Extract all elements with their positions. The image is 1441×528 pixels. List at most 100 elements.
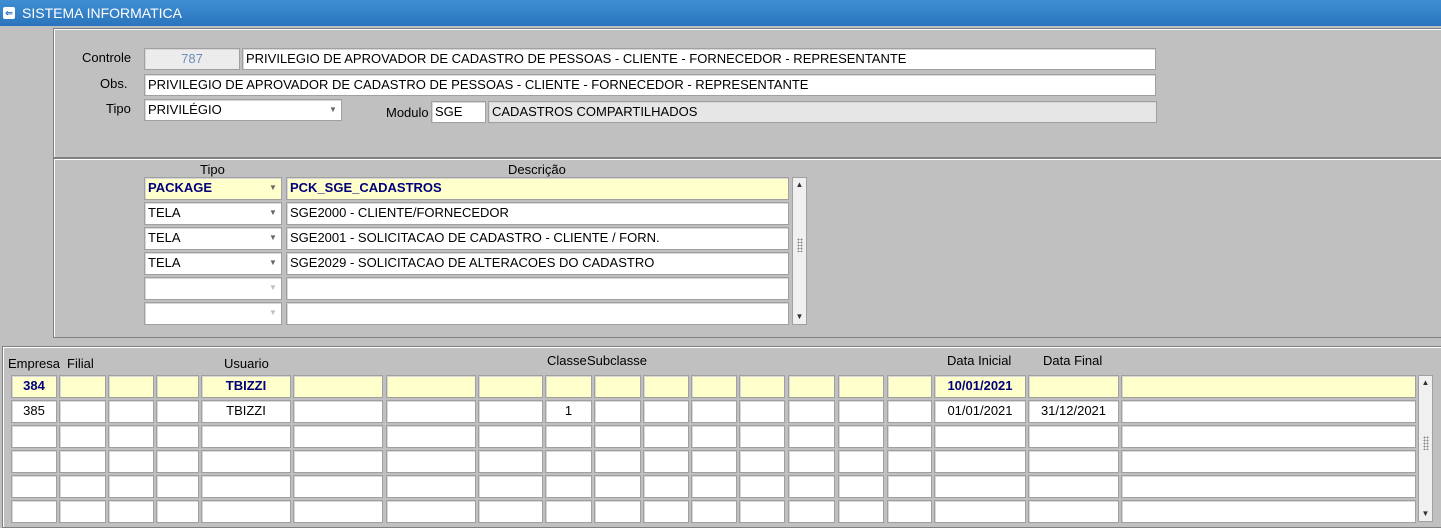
scroll-up-icon[interactable]: ▲ — [793, 178, 806, 192]
empresa-cell[interactable]: 384 — [11, 375, 57, 398]
grid-cell[interactable] — [691, 375, 737, 398]
data-inicial-cell[interactable]: 10/01/2021 — [934, 375, 1026, 398]
classe-cell[interactable] — [545, 450, 592, 473]
grid-cell[interactable] — [643, 375, 689, 398]
grid-cell[interactable] — [386, 425, 476, 448]
object-description-field[interactable]: PCK_SGE_CADASTROS — [286, 177, 789, 200]
object-type-select[interactable]: TELA ▼ — [144, 252, 282, 275]
data-inicial-cell[interactable] — [934, 425, 1026, 448]
data-final-cell[interactable] — [1028, 475, 1119, 498]
grid-cell[interactable] — [739, 375, 785, 398]
grid-cell[interactable] — [788, 425, 835, 448]
data-final-cell[interactable] — [1028, 375, 1119, 398]
grid-cell[interactable] — [1121, 500, 1416, 523]
grid-cell[interactable] — [1121, 400, 1416, 423]
usuario-cell[interactable] — [201, 475, 291, 498]
scroll-grip-icon[interactable] — [797, 238, 803, 252]
grid-cell[interactable] — [156, 450, 199, 473]
data-inicial-cell[interactable]: 01/01/2021 — [934, 400, 1026, 423]
grid-cell[interactable] — [293, 500, 383, 523]
grid-cell[interactable] — [739, 400, 785, 423]
grid-cell[interactable] — [838, 425, 884, 448]
grid-cell[interactable] — [739, 500, 785, 523]
usuario-cell[interactable]: TBIZZI — [201, 375, 291, 398]
object-description-field[interactable] — [286, 277, 789, 300]
grid-cell[interactable] — [478, 475, 543, 498]
controle-description-field[interactable]: PRIVILEGIO DE APROVADOR DE CADASTRO DE P… — [242, 48, 1156, 70]
grid-cell[interactable] — [1121, 375, 1416, 398]
grid-cell[interactable] — [478, 425, 543, 448]
empresa-cell[interactable] — [11, 475, 57, 498]
filial-cell[interactable] — [59, 375, 106, 398]
grid-cell[interactable] — [887, 450, 932, 473]
filial-cell[interactable] — [59, 475, 106, 498]
grid-cell[interactable] — [691, 400, 737, 423]
grid-cell[interactable] — [156, 425, 199, 448]
scroll-down-icon[interactable]: ▼ — [1419, 507, 1432, 521]
chevron-down-icon[interactable]: ▼ — [266, 229, 280, 247]
grid-cell[interactable] — [108, 450, 154, 473]
grid-cell[interactable] — [739, 450, 785, 473]
usuario-cell[interactable]: TBIZZI — [201, 400, 291, 423]
filial-cell[interactable] — [59, 500, 106, 523]
classe-cell[interactable] — [545, 500, 592, 523]
object-type-select[interactable]: PACKAGE ▼ — [144, 177, 282, 200]
grid-cell[interactable] — [108, 475, 154, 498]
classe-cell[interactable]: 1 — [545, 400, 592, 423]
grid-cell[interactable] — [838, 375, 884, 398]
grid-cell[interactable] — [1121, 425, 1416, 448]
grid-cell[interactable] — [108, 425, 154, 448]
data-final-cell[interactable]: 31/12/2021 — [1028, 400, 1119, 423]
grid-cell[interactable] — [788, 450, 835, 473]
grid-cell[interactable] — [739, 425, 785, 448]
grid-cell[interactable] — [1121, 475, 1416, 498]
modulo-field[interactable]: SGE — [431, 101, 486, 123]
grid-cell[interactable] — [643, 475, 689, 498]
object-description-field[interactable]: SGE2000 - CLIENTE/FORNECEDOR — [286, 202, 789, 225]
object-description-field[interactable]: SGE2001 - SOLICITACAO DE CADASTRO - CLIE… — [286, 227, 789, 250]
grid-cell[interactable] — [386, 475, 476, 498]
chevron-down-icon[interactable]: ▼ — [266, 204, 280, 222]
chevron-down-icon[interactable]: ▼ — [266, 254, 280, 272]
classe-cell[interactable] — [545, 475, 592, 498]
subclasse-cell[interactable] — [594, 475, 641, 498]
grid-cell[interactable] — [838, 475, 884, 498]
chevron-down-icon[interactable]: ▼ — [266, 279, 280, 297]
filial-cell[interactable] — [59, 400, 106, 423]
filial-cell[interactable] — [59, 450, 106, 473]
subclasse-cell[interactable] — [594, 500, 641, 523]
grid-cell[interactable] — [156, 375, 199, 398]
object-description-field[interactable]: SGE2029 - SOLICITACAO DE ALTERACOES DO C… — [286, 252, 789, 275]
grid-cell[interactable] — [887, 425, 932, 448]
obs-field[interactable]: PRIVILEGIO DE APROVADOR DE CADASTRO DE P… — [144, 74, 1156, 96]
grid-cell[interactable] — [293, 400, 383, 423]
empresa-cell[interactable] — [11, 500, 57, 523]
grid-cell[interactable] — [643, 425, 689, 448]
grid-cell[interactable] — [887, 500, 932, 523]
data-final-cell[interactable] — [1028, 425, 1119, 448]
usuario-cell[interactable] — [201, 450, 291, 473]
usuario-cell[interactable] — [201, 500, 291, 523]
grid-cell[interactable] — [788, 400, 835, 423]
grid-cell[interactable] — [691, 425, 737, 448]
subclasse-cell[interactable] — [594, 425, 641, 448]
empresa-cell[interactable] — [11, 450, 57, 473]
grid-cell[interactable] — [156, 500, 199, 523]
subclasse-cell[interactable] — [594, 400, 641, 423]
grid-cell[interactable] — [1121, 450, 1416, 473]
object-type-select[interactable]: ▼ — [144, 277, 282, 300]
grid-cell[interactable] — [478, 400, 543, 423]
object-type-select[interactable]: ▼ — [144, 302, 282, 325]
subclasse-cell[interactable] — [594, 450, 641, 473]
classe-cell[interactable] — [545, 425, 592, 448]
grid-cell[interactable] — [643, 400, 689, 423]
chevron-down-icon[interactable]: ▼ — [326, 101, 340, 119]
grid-cell[interactable] — [108, 400, 154, 423]
grid-cell[interactable] — [478, 375, 543, 398]
grid-cell[interactable] — [887, 475, 932, 498]
users-scrollbar[interactable]: ▲ ▼ — [1418, 375, 1433, 522]
grid-cell[interactable] — [691, 450, 737, 473]
tipo-select[interactable]: PRIVILÉGIO ▼ — [144, 99, 342, 121]
data-final-cell[interactable] — [1028, 450, 1119, 473]
object-description-field[interactable] — [286, 302, 789, 325]
